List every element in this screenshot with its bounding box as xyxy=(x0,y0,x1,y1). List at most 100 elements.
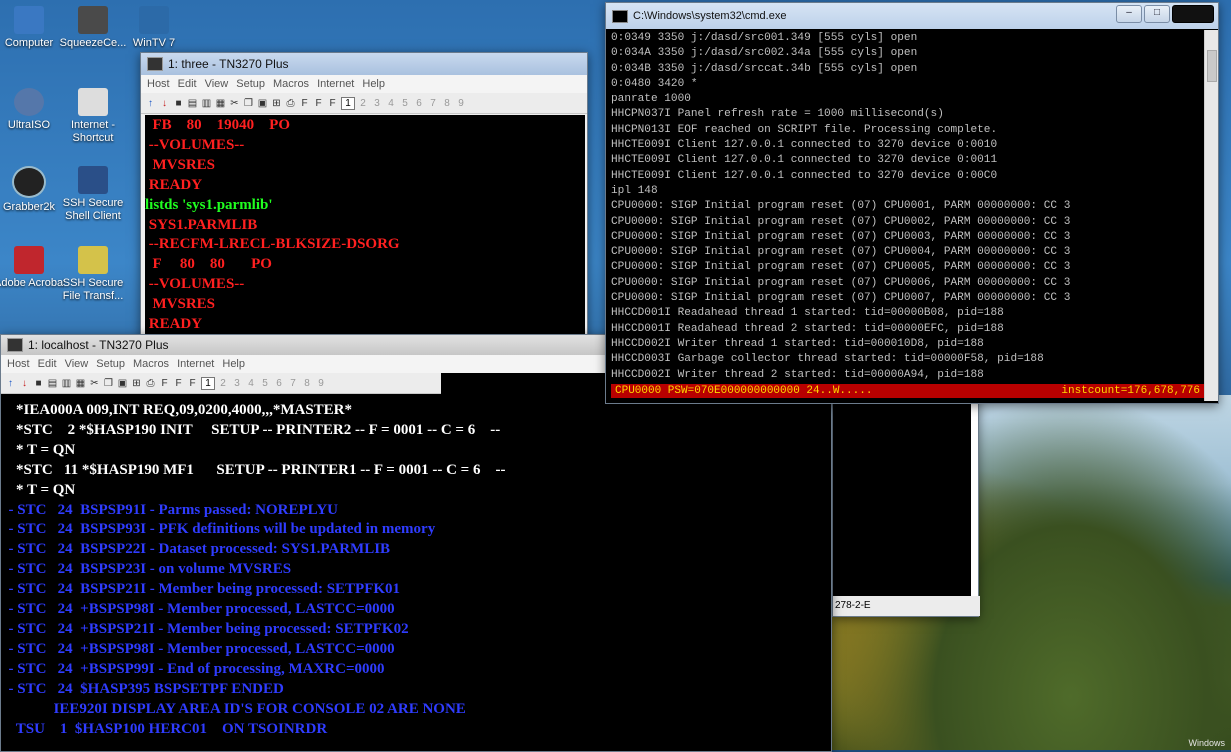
print-icon[interactable]: ▥ xyxy=(201,98,212,109)
console-line: CPU0000: SIGP Initial program reset (07)… xyxy=(611,261,1071,274)
desktop-icon-ssh-file-transfer[interactable]: SSH Secure File Transf... xyxy=(58,246,128,303)
copy-icon[interactable]: ❐ xyxy=(103,378,114,389)
scrollbar-thumb[interactable] xyxy=(1207,50,1217,82)
menu-macros[interactable]: Macros xyxy=(133,358,169,370)
desktop-icon-wintv[interactable]: WinTV 7 xyxy=(124,6,184,50)
tn3270-localhost-screen[interactable]: *IEA000A 009,INT REQ,09,0200,4000,,,*MAS… xyxy=(1,401,831,751)
arrow-down-icon[interactable]: ↓ xyxy=(19,378,30,389)
session-tab-4[interactable]: 4 xyxy=(245,378,257,389)
save-icon[interactable]: ■ xyxy=(33,378,44,389)
print-icon[interactable]: ▥ xyxy=(61,378,72,389)
wallpaper-caption: Windows xyxy=(1188,738,1225,748)
menu-view[interactable]: View xyxy=(205,78,229,90)
terminal-line: - STC 24 +BSPSP98I - Member processed, L… xyxy=(1,601,395,618)
session-tab-9[interactable]: 9 xyxy=(455,98,467,109)
font-smaller-icon[interactable]: F xyxy=(173,378,184,389)
session-tab-3[interactable]: 3 xyxy=(231,378,243,389)
session-tab-3[interactable]: 3 xyxy=(371,98,383,109)
font-smaller-icon[interactable]: F xyxy=(313,98,324,109)
menu-setup[interactable]: Setup xyxy=(236,78,265,90)
console-line: CPU0000: SIGP Initial program reset (07)… xyxy=(611,246,1071,259)
session-tab-5[interactable]: 5 xyxy=(399,98,411,109)
menu-host[interactable]: Host xyxy=(7,358,30,370)
tn3270-three-screen[interactable]: FB 80 19040 PO --VOLUMES-- MVSRES READY l… xyxy=(145,115,585,342)
settings-icon[interactable]: ⊞ xyxy=(131,378,142,389)
paste-icon[interactable]: ▣ xyxy=(117,378,128,389)
save-icon[interactable]: ■ xyxy=(173,98,184,109)
session-tab-1[interactable]: 1 xyxy=(201,376,215,390)
maximize-button[interactable]: □ xyxy=(1144,5,1170,23)
session-tab-7[interactable]: 7 xyxy=(427,98,439,109)
desktop-icon-grabber2k[interactable]: Grabber2k xyxy=(0,166,64,214)
tn3270-three-toolbar: ↑ ↓ ■ ▤ ▥ ▦ ✂ ❐ ▣ ⊞ ⎙ F F F 1 2 3 4 5 6 … xyxy=(141,93,587,114)
cut-icon[interactable]: ✂ xyxy=(229,98,240,109)
menu-view[interactable]: View xyxy=(65,358,89,370)
arrow-down-icon[interactable]: ↓ xyxy=(159,98,170,109)
console-line: 0:0349 3350 j:/dasd/src001.349 [555 cyls… xyxy=(611,32,918,44)
desktop-icon-computer[interactable]: Computer xyxy=(0,6,64,50)
session-tab-6[interactable]: 6 xyxy=(273,378,285,389)
tn3270-three-window[interactable]: 1: three - TN3270 Plus Host Edit View Se… xyxy=(140,52,588,344)
terminal-line: *STC 11 *$HASP190 MF1 SETUP -- PRINTER1 … xyxy=(1,461,506,478)
psw-status: CPU0000 PSW=070E000000000000 24..W..... xyxy=(615,385,873,397)
desktop-icon-ssh-shell-client[interactable]: SSH Secure Shell Client xyxy=(58,166,128,223)
font-larger-icon[interactable]: F xyxy=(187,378,198,389)
menu-setup[interactable]: Setup xyxy=(96,358,125,370)
menu-internet[interactable]: Internet xyxy=(317,78,354,90)
paste-icon[interactable]: ▣ xyxy=(257,98,268,109)
internet-shortcut-icon xyxy=(78,88,108,116)
menu-macros[interactable]: Macros xyxy=(273,78,309,90)
font-icon[interactable]: F xyxy=(159,378,170,389)
session-tab-7[interactable]: 7 xyxy=(287,378,299,389)
printer-icon[interactable]: ⎙ xyxy=(145,378,156,389)
desktop-icon-internet-shortcut[interactable]: Internet - Shortcut xyxy=(58,88,128,145)
acrobat-icon xyxy=(14,246,44,274)
close-button[interactable] xyxy=(1172,5,1214,23)
print-screen-icon[interactable]: ▤ xyxy=(187,98,198,109)
tn3270-three-titlebar[interactable]: 1: three - TN3270 Plus xyxy=(141,53,587,75)
printer-icon[interactable]: ⎙ xyxy=(285,98,296,109)
squeezecenter-icon xyxy=(78,6,108,34)
arrow-up-icon[interactable]: ↑ xyxy=(145,98,156,109)
menu-host[interactable]: Host xyxy=(147,78,170,90)
terminal-line: FB 80 19040 PO xyxy=(145,117,291,133)
minimize-button[interactable]: – xyxy=(1116,5,1142,23)
session-tab-4[interactable]: 4 xyxy=(385,98,397,109)
session-tab-8[interactable]: 8 xyxy=(301,378,313,389)
clipboard-icon[interactable]: ▦ xyxy=(215,98,226,109)
menu-help[interactable]: Help xyxy=(222,358,245,370)
background-window[interactable]: 278-2-E xyxy=(832,395,980,617)
desktop-icon-ultraiso[interactable]: UltraISO xyxy=(0,88,64,132)
font-larger-icon[interactable]: F xyxy=(327,98,338,109)
ssh-file-transfer-icon xyxy=(78,246,108,274)
session-tab-5[interactable]: 5 xyxy=(259,378,271,389)
session-tab-1[interactable]: 1 xyxy=(341,96,355,110)
clipboard-icon[interactable]: ▦ xyxy=(75,378,86,389)
desktop-icon-squeezecenter[interactable]: SqueezeCe... xyxy=(58,6,128,50)
settings-icon[interactable]: ⊞ xyxy=(271,98,282,109)
console-line: HHCTE009I Client 127.0.0.1 connected to … xyxy=(611,169,998,182)
print-screen-icon[interactable]: ▤ xyxy=(47,378,58,389)
cmd-window[interactable]: C:\Windows\system32\cmd.exe – □ 0:0349 3… xyxy=(605,2,1219,404)
session-tab-9[interactable]: 9 xyxy=(315,378,327,389)
session-tab-8[interactable]: 8 xyxy=(441,98,453,109)
console-line: CPU0000: SIGP Initial program reset (07)… xyxy=(611,276,1071,289)
session-tab-2[interactable]: 2 xyxy=(217,378,229,389)
cmd-console-output[interactable]: 0:0349 3350 j:/dasd/src001.349 [555 cyls… xyxy=(611,31,1203,386)
menu-edit[interactable]: Edit xyxy=(178,78,197,90)
font-icon[interactable]: F xyxy=(299,98,310,109)
arrow-up-icon[interactable]: ↑ xyxy=(5,378,16,389)
cmd-titlebar[interactable]: C:\Windows\system32\cmd.exe – □ xyxy=(606,3,1218,29)
menu-help[interactable]: Help xyxy=(362,78,385,90)
console-line: 0:034B 3350 j:/dasd/srccat.34b [555 cyls… xyxy=(611,62,918,75)
session-tab-6[interactable]: 6 xyxy=(413,98,425,109)
terminal-line: --VOLUMES-- xyxy=(145,276,245,293)
cut-icon[interactable]: ✂ xyxy=(89,378,100,389)
desktop-icon-adobe-acrobat[interactable]: Adobe Acrobat 7... xyxy=(0,246,64,290)
menu-edit[interactable]: Edit xyxy=(38,358,57,370)
console-line: HHCCD002I Writer thread 1 started: tid=0… xyxy=(611,337,984,350)
menu-internet[interactable]: Internet xyxy=(177,358,214,370)
copy-icon[interactable]: ❐ xyxy=(243,98,254,109)
cmd-scrollbar[interactable] xyxy=(1204,30,1218,401)
session-tab-2[interactable]: 2 xyxy=(357,98,369,109)
